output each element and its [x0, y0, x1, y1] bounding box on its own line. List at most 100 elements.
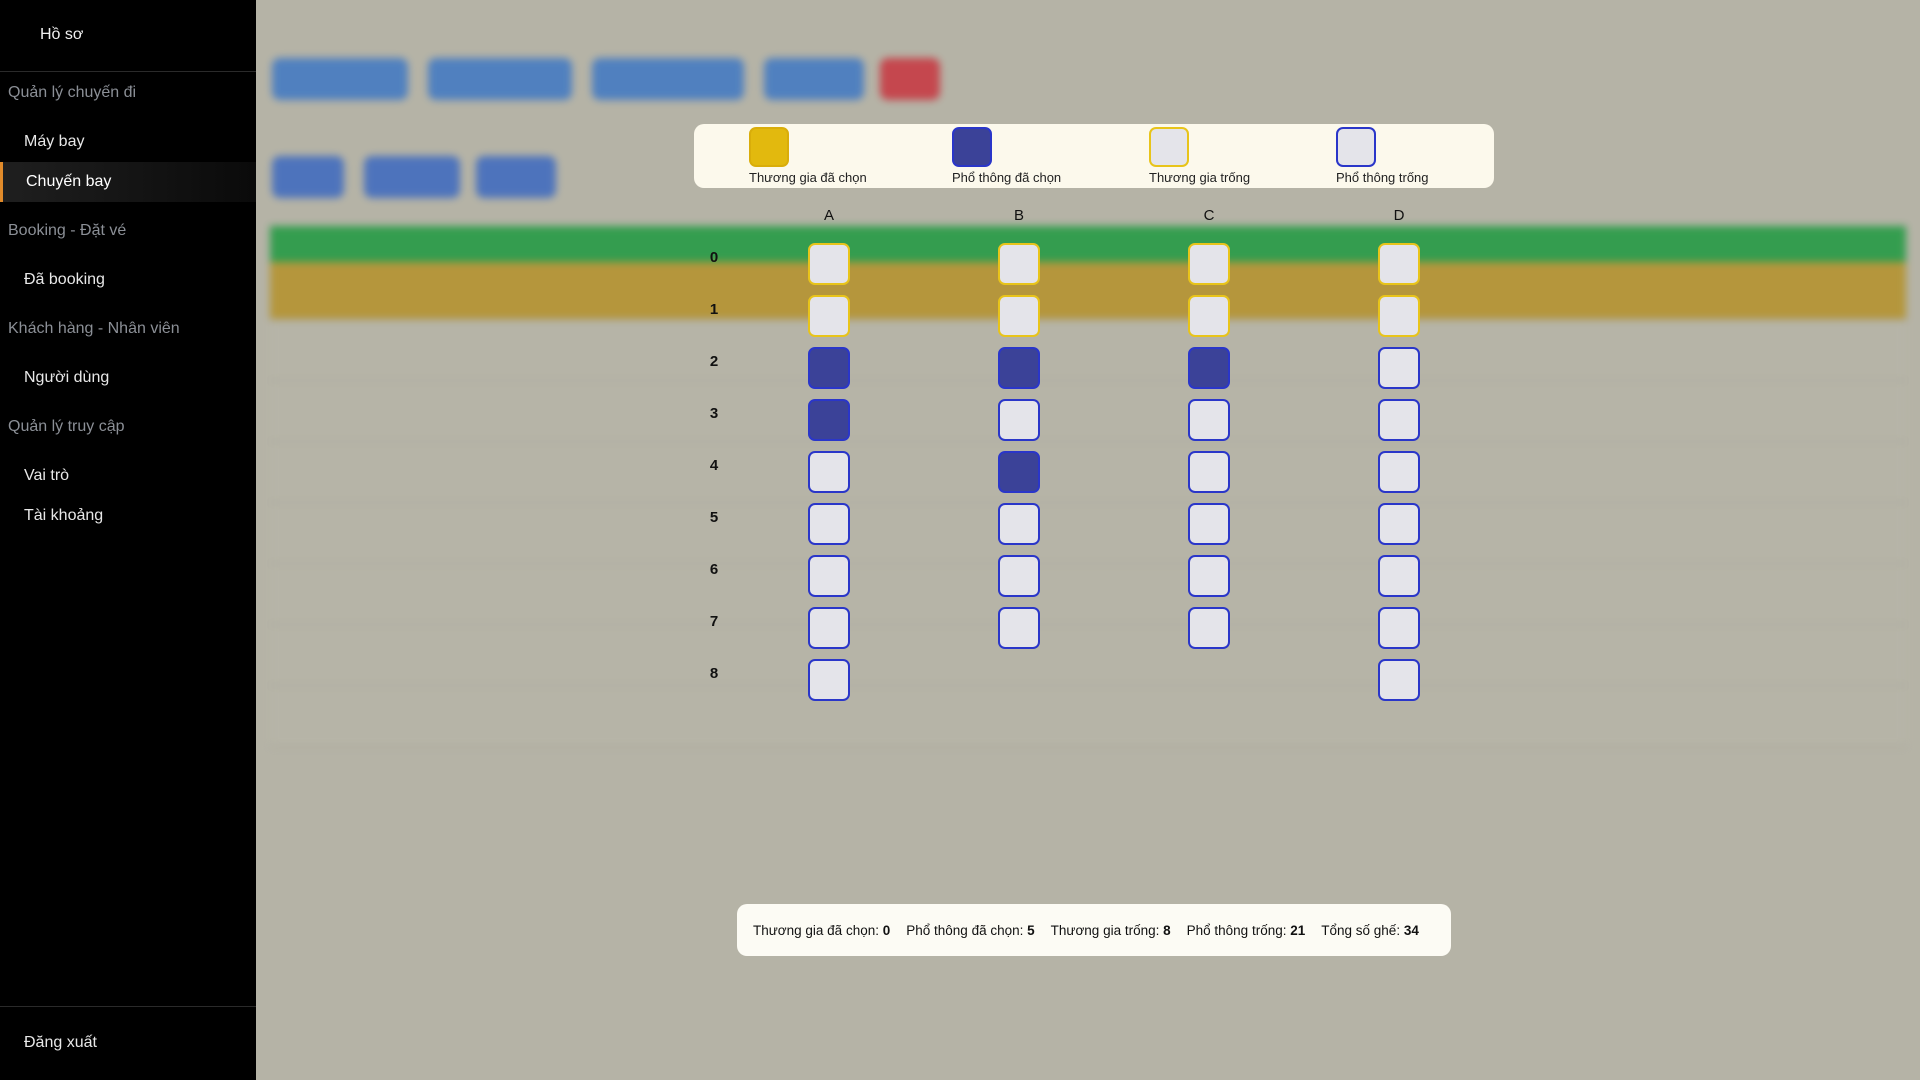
- seat-A3[interactable]: [808, 399, 850, 441]
- seat-row-number: 6: [709, 561, 719, 578]
- seat-B2[interactable]: [998, 347, 1040, 389]
- seat-B3[interactable]: [998, 399, 1040, 441]
- blurred-table-row: [270, 262, 1906, 320]
- nav-group-trips: Quản lý chuyến đi: [8, 84, 137, 101]
- seat-row-number: 0: [709, 249, 719, 266]
- legend-business-selected: Thương gia đã chọn: [694, 127, 867, 185]
- summary-value: 21: [1290, 922, 1306, 938]
- seat-C4[interactable]: [1188, 451, 1230, 493]
- blurred-table-row: [270, 564, 1906, 625]
- seat-legend: Thương gia đã chọn Phổ thông đã chọn Thư…: [694, 124, 1494, 188]
- seat-C5[interactable]: [1188, 503, 1230, 545]
- summary-label: Thương gia đã chọn:: [753, 922, 879, 938]
- seat-C6[interactable]: [1188, 555, 1230, 597]
- seat-D4[interactable]: [1378, 451, 1420, 493]
- legend-label: Thương gia trống: [1149, 170, 1251, 185]
- summary-label: Phổ thông trống:: [1186, 922, 1287, 938]
- blurred-action-button: [272, 58, 408, 100]
- blurred-table-row: [270, 320, 1906, 381]
- blurred-table-row: [270, 503, 1906, 564]
- seat-A0[interactable]: [808, 243, 850, 285]
- logout-divider: [0, 1006, 256, 1007]
- seat-A8[interactable]: [808, 659, 850, 701]
- legend-economy-selected: Phổ thông đã chọn: [897, 127, 1061, 185]
- seat-B7[interactable]: [998, 607, 1040, 649]
- seat-A5[interactable]: [808, 503, 850, 545]
- sidebar-item-bookings[interactable]: Đã booking: [0, 260, 256, 300]
- seat-column-header: D: [1393, 207, 1405, 224]
- blurred-table-row: [270, 381, 1906, 442]
- seat-D5[interactable]: [1378, 503, 1420, 545]
- summary-value: 0: [882, 922, 891, 938]
- legend-label: Thương gia đã chọn: [749, 170, 867, 185]
- summary-label: Thương gia trống:: [1050, 922, 1160, 938]
- business-free-swatch: [1149, 127, 1189, 167]
- seat-C1[interactable]: [1188, 295, 1230, 337]
- seat-C7[interactable]: [1188, 607, 1230, 649]
- seat-A7[interactable]: [808, 607, 850, 649]
- logout-button[interactable]: Đăng xuất: [24, 1034, 97, 1052]
- seat-A1[interactable]: [808, 295, 850, 337]
- legend-economy-free: Phổ thông trống: [1281, 127, 1429, 185]
- seat-row-number: 3: [709, 405, 719, 422]
- sidebar-item-accounts[interactable]: Tài khoảng: [0, 496, 256, 536]
- blurred-action-button: [428, 58, 572, 100]
- sidebar-profile-link[interactable]: Hồ sơ: [0, 0, 256, 72]
- summary-label: Phổ thông đã chọn:: [906, 922, 1024, 938]
- seat-A2[interactable]: [808, 347, 850, 389]
- blurred-filter-button: [364, 156, 460, 198]
- blurred-table-row: [270, 625, 1906, 686]
- blurred-table-row: [270, 442, 1906, 503]
- seat-D1[interactable]: [1378, 295, 1420, 337]
- sidebar-item-flights[interactable]: Chuyến bay: [0, 162, 256, 202]
- seat-D0[interactable]: [1378, 243, 1420, 285]
- blurred-filter-button: [476, 156, 556, 198]
- seat-D7[interactable]: [1378, 607, 1420, 649]
- seat-row-number: 7: [709, 613, 719, 630]
- blurred-action-button: [764, 58, 864, 100]
- blurred-filter-button: [272, 156, 344, 198]
- summary-economy-selected: Phổ thông đã chọn: 5: [906, 923, 1034, 938]
- seat-C3[interactable]: [1188, 399, 1230, 441]
- summary-value: 5: [1027, 922, 1035, 938]
- seat-A4[interactable]: [808, 451, 850, 493]
- legend-business-free: Thương gia trống: [1094, 127, 1250, 185]
- seat-D3[interactable]: [1378, 399, 1420, 441]
- seat-B4[interactable]: [998, 451, 1040, 493]
- economy-selected-swatch: [952, 127, 992, 167]
- nav-section-access: Quản lý truy cập Vai trò Tài khoảng: [0, 406, 256, 544]
- seat-D2[interactable]: [1378, 347, 1420, 389]
- seat-D6[interactable]: [1378, 555, 1420, 597]
- seat-row-number: 5: [709, 509, 719, 526]
- seat-A6[interactable]: [808, 555, 850, 597]
- summary-total-seats: Tổng số ghế: 34: [1321, 923, 1419, 938]
- seat-C2[interactable]: [1188, 347, 1230, 389]
- sidebar-item-aircraft[interactable]: Máy bay: [0, 122, 256, 162]
- sidebar: Hồ sơ Quản lý chuyến đi Máy bay Chuyến b…: [0, 0, 256, 1080]
- sidebar-item-users[interactable]: Người dùng: [0, 358, 256, 398]
- seat-B6[interactable]: [998, 555, 1040, 597]
- nav-group-customers: Khách hàng - Nhân viên: [8, 320, 180, 337]
- legend-label: Phổ thông trống: [1336, 170, 1429, 185]
- blurred-action-button: [592, 58, 744, 100]
- summary-value: 34: [1403, 922, 1419, 938]
- seat-column-header: A: [823, 207, 834, 224]
- nav-section-booking: Booking - Đặt vé Đã booking: [0, 210, 256, 308]
- business-selected-swatch: [749, 127, 789, 167]
- summary-value: 8: [1163, 922, 1171, 938]
- sidebar-item-roles[interactable]: Vai trò: [0, 456, 256, 496]
- nav-section-customers: Khách hàng - Nhân viên Người dùng: [0, 308, 256, 406]
- nav-group-booking: Booking - Đặt vé: [8, 222, 127, 239]
- nav-group-access: Quản lý truy cập: [8, 418, 125, 435]
- seat-row-number: 2: [709, 353, 719, 370]
- economy-free-swatch: [1336, 127, 1376, 167]
- seat-B1[interactable]: [998, 295, 1040, 337]
- seat-B5[interactable]: [998, 503, 1040, 545]
- blurred-table-row: [270, 686, 1906, 747]
- seat-D8[interactable]: [1378, 659, 1420, 701]
- legend-label: Phổ thông đã chọn: [952, 170, 1062, 185]
- summary-business-selected: Thương gia đã chọn: 0: [753, 923, 890, 938]
- seat-B0[interactable]: [998, 243, 1040, 285]
- blurred-table-header: [270, 226, 1906, 262]
- seat-C0[interactable]: [1188, 243, 1230, 285]
